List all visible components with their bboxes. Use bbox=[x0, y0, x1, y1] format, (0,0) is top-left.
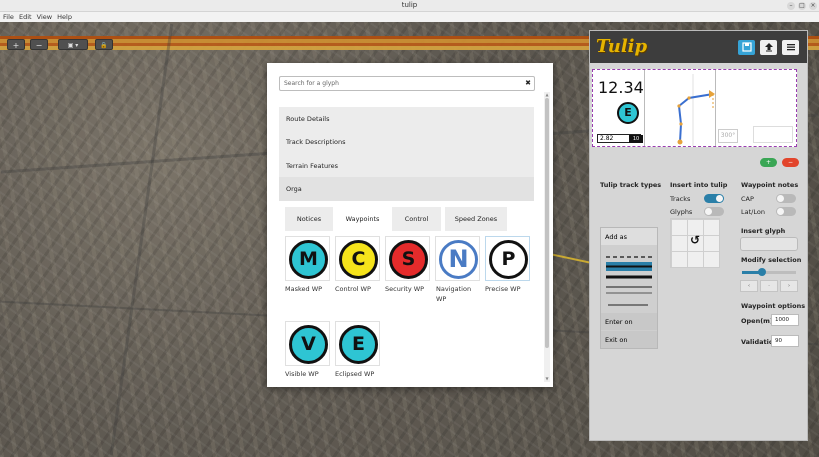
tulip-logo: Tulip bbox=[596, 36, 648, 57]
track-type-stripes bbox=[606, 256, 652, 306]
menu-help[interactable]: Help bbox=[57, 13, 72, 21]
masked-wp-icon: M bbox=[289, 240, 328, 279]
tulip-side-panel: Tulip 12.34 E 2.82 10 300° + − Tulip tra… bbox=[589, 30, 808, 441]
remove-button[interactable]: − bbox=[782, 158, 799, 167]
modify-selection-title: Modify selection bbox=[741, 256, 802, 264]
upload-icon bbox=[764, 43, 773, 52]
eclipsed-wp-icon: E bbox=[339, 325, 378, 364]
glyph-label: Eclipsed WP bbox=[335, 370, 375, 378]
glyph-label: Precise WP bbox=[485, 285, 521, 293]
rotate-icon: ↺ bbox=[690, 233, 701, 247]
cap-label: CAP bbox=[741, 195, 754, 203]
slider-knob[interactable] bbox=[758, 268, 766, 276]
glyphs-toggle[interactable] bbox=[704, 207, 724, 216]
insert-glyph-preview[interactable]: ↺ bbox=[670, 218, 720, 268]
preview-divider bbox=[644, 70, 645, 146]
modify-selection-slider[interactable] bbox=[742, 268, 796, 276]
tracks-toggle[interactable] bbox=[704, 194, 724, 203]
right-arrow-button[interactable]: › bbox=[780, 280, 798, 292]
waypoint-options-title: Waypoint options bbox=[741, 302, 806, 310]
eclipsed-wp-preview-icon: E bbox=[617, 102, 639, 124]
minimize-button[interactable]: – bbox=[787, 2, 795, 10]
insert-glyph-button[interactable] bbox=[740, 237, 798, 251]
section-track-descriptions[interactable]: Track Descriptions bbox=[279, 130, 534, 154]
menu-edit[interactable]: Edit bbox=[19, 13, 32, 21]
insert-into-tulip-title: Insert into tulip bbox=[670, 181, 728, 189]
glyph-dialog: Search for a glyph ✖ Route Details Track… bbox=[267, 63, 553, 387]
left-arrow-button[interactable]: ‹ bbox=[740, 280, 758, 292]
glyph-security-wp[interactable]: S bbox=[385, 236, 430, 281]
search-placeholder: Search for a glyph bbox=[284, 80, 339, 87]
glyph-masked-wp[interactable]: M bbox=[285, 236, 330, 281]
menu-view[interactable]: View bbox=[37, 13, 52, 21]
glyph-visible-wp[interactable]: V bbox=[285, 321, 330, 366]
navigation-wp-icon: N bbox=[439, 240, 478, 279]
upload-button[interactable] bbox=[760, 40, 777, 55]
panel-header: Tulip bbox=[590, 31, 807, 63]
glyph-label: Navigation WP bbox=[436, 284, 471, 304]
tab-waypoints[interactable]: Waypoints bbox=[338, 207, 387, 231]
glyph-label-line1: Navigation bbox=[436, 285, 472, 293]
section-route-details[interactable]: Route Details bbox=[279, 107, 534, 131]
insert-glyph-title: Insert glyph bbox=[741, 227, 786, 235]
distance-value: 12.34 bbox=[598, 78, 644, 97]
dialog-scrollbar[interactable]: ▲ ▼ bbox=[544, 92, 550, 382]
heading-value: 300° bbox=[718, 129, 738, 143]
exit-on-option[interactable]: Exit on bbox=[601, 331, 657, 348]
waypoint-notes-title: Waypoint notes bbox=[741, 181, 799, 189]
open-distance-input[interactable]: 1000 bbox=[771, 314, 799, 326]
tab-speed-zones[interactable]: Speed Zones bbox=[445, 207, 507, 231]
glyph-label-line2: WP bbox=[436, 295, 447, 303]
tulip-preview[interactable]: 12.34 E 2.82 10 300° bbox=[592, 69, 797, 147]
scroll-down-icon[interactable]: ▼ bbox=[544, 376, 550, 381]
menu-bar: File Edit View Help bbox=[0, 12, 819, 22]
visible-wp-icon: V bbox=[289, 325, 328, 364]
track-types-list: Add as Enter on Exit on bbox=[600, 227, 658, 349]
maximize-button[interactable]: □ bbox=[798, 2, 806, 10]
partial-badge: 10 bbox=[629, 135, 643, 143]
latlon-toggle[interactable] bbox=[776, 207, 796, 216]
tulip-track-diagram bbox=[677, 74, 715, 146]
window-titlebar: tulip – □ × bbox=[0, 0, 819, 12]
notes-placeholder bbox=[753, 126, 793, 143]
glyph-control-wp[interactable]: C bbox=[335, 236, 380, 281]
precise-wp-icon: P bbox=[489, 240, 528, 279]
section-orga[interactable]: Orga bbox=[279, 177, 534, 201]
glyph-label: Control WP bbox=[335, 285, 371, 293]
control-wp-icon: C bbox=[339, 240, 378, 279]
glyph-label: Security WP bbox=[385, 285, 425, 293]
glyph-search-input[interactable]: Search for a glyph ✖ bbox=[279, 76, 535, 91]
glyph-navigation-wp[interactable]: N bbox=[435, 236, 480, 281]
menu-file[interactable]: File bbox=[3, 13, 14, 21]
glyph-eclipsed-wp[interactable]: E bbox=[335, 321, 380, 366]
menu-button[interactable] bbox=[782, 40, 799, 55]
close-button[interactable]: × bbox=[809, 2, 817, 10]
tab-notices[interactable]: Notices bbox=[285, 207, 333, 231]
arrow-buttons: ‹ · › bbox=[740, 280, 798, 292]
security-wp-icon: S bbox=[389, 240, 428, 279]
section-terrain-features[interactable]: Terrain Features bbox=[279, 154, 534, 178]
cap-toggle[interactable] bbox=[776, 194, 796, 203]
glyph-label: Visible WP bbox=[285, 370, 319, 378]
glyph-precise-wp[interactable]: P bbox=[485, 236, 530, 281]
scrollbar-thumb[interactable] bbox=[545, 98, 549, 348]
tab-control[interactable]: Control bbox=[392, 207, 441, 231]
add-as-label: Add as bbox=[601, 228, 657, 245]
window-title: tulip bbox=[401, 1, 418, 9]
tracks-label: Tracks bbox=[670, 195, 691, 203]
center-button[interactable]: · bbox=[760, 280, 778, 292]
latlon-label: Lat/Lon bbox=[741, 208, 765, 216]
hamburger-icon bbox=[786, 44, 795, 51]
scroll-up-icon[interactable]: ▲ bbox=[544, 92, 550, 97]
glyph-label: Masked WP bbox=[285, 285, 323, 293]
save-icon bbox=[741, 42, 752, 52]
add-button[interactable]: + bbox=[760, 158, 777, 167]
preview-divider bbox=[715, 70, 716, 146]
glyphs-label: Glyphs bbox=[670, 208, 693, 216]
save-button[interactable] bbox=[738, 40, 755, 55]
validation-input[interactable]: 90 bbox=[771, 335, 799, 347]
clear-icon[interactable]: ✖ bbox=[525, 79, 531, 87]
enter-on-option[interactable]: Enter on bbox=[601, 313, 657, 330]
track-types-title: Tulip track types bbox=[600, 181, 662, 189]
